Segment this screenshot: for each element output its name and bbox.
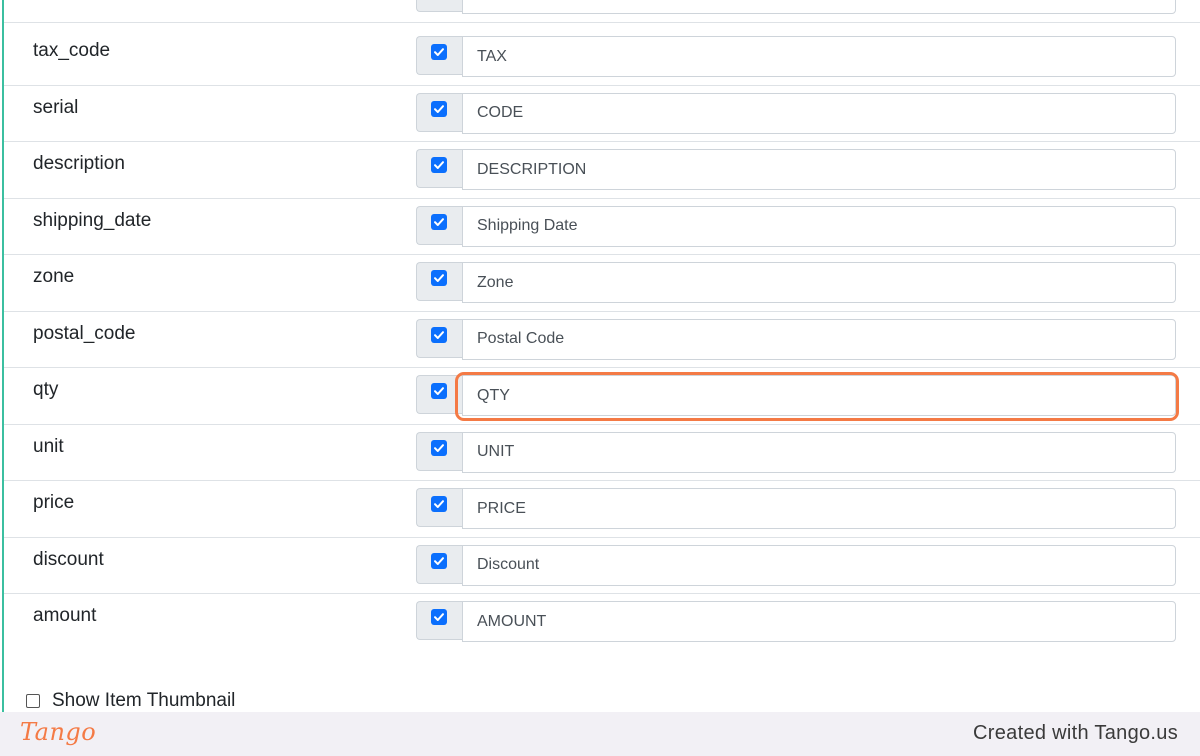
field-key-label: description	[33, 153, 125, 174]
row-checkbox[interactable]	[431, 326, 447, 343]
checkbox-addon	[416, 36, 462, 75]
field-label-input[interactable]	[462, 375, 1176, 416]
checkbox-addon	[416, 0, 462, 12]
tango-logo: Tango	[20, 718, 97, 746]
field-key-label: unit	[33, 435, 64, 457]
checkmark-icon	[434, 274, 444, 282]
field-key-label: serial	[33, 96, 79, 118]
checkmark-icon	[434, 387, 444, 395]
field-row-qty: qty	[4, 367, 1200, 425]
field-key-label: amount	[33, 605, 97, 626]
field-row-price: price	[4, 480, 1200, 538]
field-key-label: shipping_date	[33, 209, 152, 231]
field-row-discount: discount	[4, 537, 1200, 594]
field-label-input[interactable]	[462, 0, 1176, 14]
field-label-input[interactable]	[462, 431, 1176, 473]
field-row-description: description	[4, 141, 1200, 199]
field-key-label: qty	[33, 379, 59, 400]
show-thumbnail-label: Show Item Thumbnail	[52, 690, 236, 711]
row-checkbox[interactable]	[431, 213, 447, 230]
field-label-input[interactable]	[462, 262, 1176, 303]
field-key-label: tax_code	[33, 40, 111, 61]
field-label-input[interactable]	[462, 36, 1176, 77]
show-thumbnail-option[interactable]: Show Item Thumbnail	[26, 688, 235, 712]
checkmark-icon	[434, 161, 444, 169]
field-row-amount: amount	[4, 593, 1200, 650]
checkmark-icon	[434, 104, 444, 113]
checkmark-icon	[434, 613, 444, 621]
row-checkbox[interactable]	[431, 100, 447, 117]
checkbox-addon	[416, 431, 462, 471]
checkbox-addon	[416, 375, 462, 414]
field-label-input[interactable]	[462, 205, 1176, 247]
field-key-label: discount	[33, 548, 104, 570]
field-row-partial	[4, 0, 1200, 23]
row-checkbox[interactable]	[431, 383, 447, 399]
row-checkbox[interactable]	[431, 609, 447, 625]
field-key-label: zone	[33, 266, 75, 287]
checkmark-icon	[434, 330, 444, 339]
field-label-input[interactable]	[462, 149, 1176, 190]
checkbox-addon	[416, 149, 462, 188]
field-label-input[interactable]	[462, 488, 1176, 529]
tango-credit-text: Created with Tango.us	[973, 722, 1178, 744]
field-label-input[interactable]	[462, 601, 1176, 642]
show-thumbnail-checkbox[interactable]	[26, 694, 40, 708]
checkmark-icon	[434, 48, 444, 56]
checkbox-addon	[416, 205, 462, 245]
checkbox-addon	[416, 262, 462, 301]
field-row-tax-code: tax_code	[4, 28, 1200, 86]
field-key-label: price	[33, 492, 75, 513]
checkmark-icon	[434, 556, 444, 565]
checkbox-addon	[416, 544, 462, 584]
checkbox-addon	[416, 601, 462, 640]
field-row-postal-code: postal_code	[4, 311, 1200, 368]
field-label-input[interactable]	[462, 544, 1176, 586]
row-checkbox[interactable]	[431, 439, 447, 456]
row-checkbox[interactable]	[431, 270, 447, 286]
row-checkbox[interactable]	[431, 496, 447, 512]
checkbox-addon	[416, 92, 462, 132]
checkmark-icon	[434, 217, 444, 226]
column-mapping-panel: tax_code serial description shipping_dat…	[2, 0, 1200, 712]
checkbox-addon	[416, 318, 462, 358]
field-row-unit: unit	[4, 424, 1200, 481]
field-row-shipping-date: shipping_date	[4, 198, 1200, 255]
row-checkbox[interactable]	[431, 552, 447, 569]
tango-footer: Tango Created with Tango.us	[0, 712, 1200, 756]
field-key-label: postal_code	[33, 322, 136, 344]
field-row-zone: zone	[4, 254, 1200, 312]
row-checkbox[interactable]	[431, 157, 447, 173]
row-checkbox[interactable]	[431, 44, 447, 60]
field-row-serial: serial	[4, 85, 1200, 142]
field-label-input[interactable]	[462, 318, 1176, 360]
checkbox-addon	[416, 488, 462, 527]
field-label-input[interactable]	[462, 92, 1176, 134]
checkmark-icon	[434, 443, 444, 452]
checkmark-icon	[434, 500, 444, 508]
